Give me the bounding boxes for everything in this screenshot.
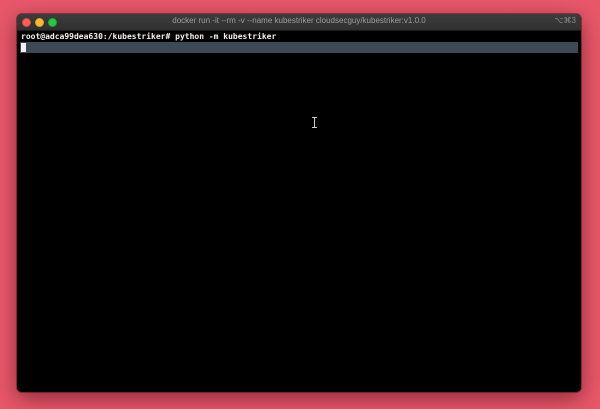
window-title: docker run -it --rm -v --name kubestrike… [172,16,426,25]
current-input-line[interactable] [20,42,578,53]
title-bar[interactable]: docker run -it --rm -v --name kubestrike… [17,14,581,31]
text-cursor-icon [311,117,318,128]
block-cursor [21,43,26,52]
prompt-line: root@adca99dea630:/kubestriker# python -… [21,32,277,41]
window-shortcut: ⌥⌘3 [554,16,576,25]
terminal-window[interactable]: docker run -it --rm -v --name kubestrike… [17,14,581,392]
terminal-area[interactable]: root@adca99dea630:/kubestriker# python -… [17,32,581,392]
